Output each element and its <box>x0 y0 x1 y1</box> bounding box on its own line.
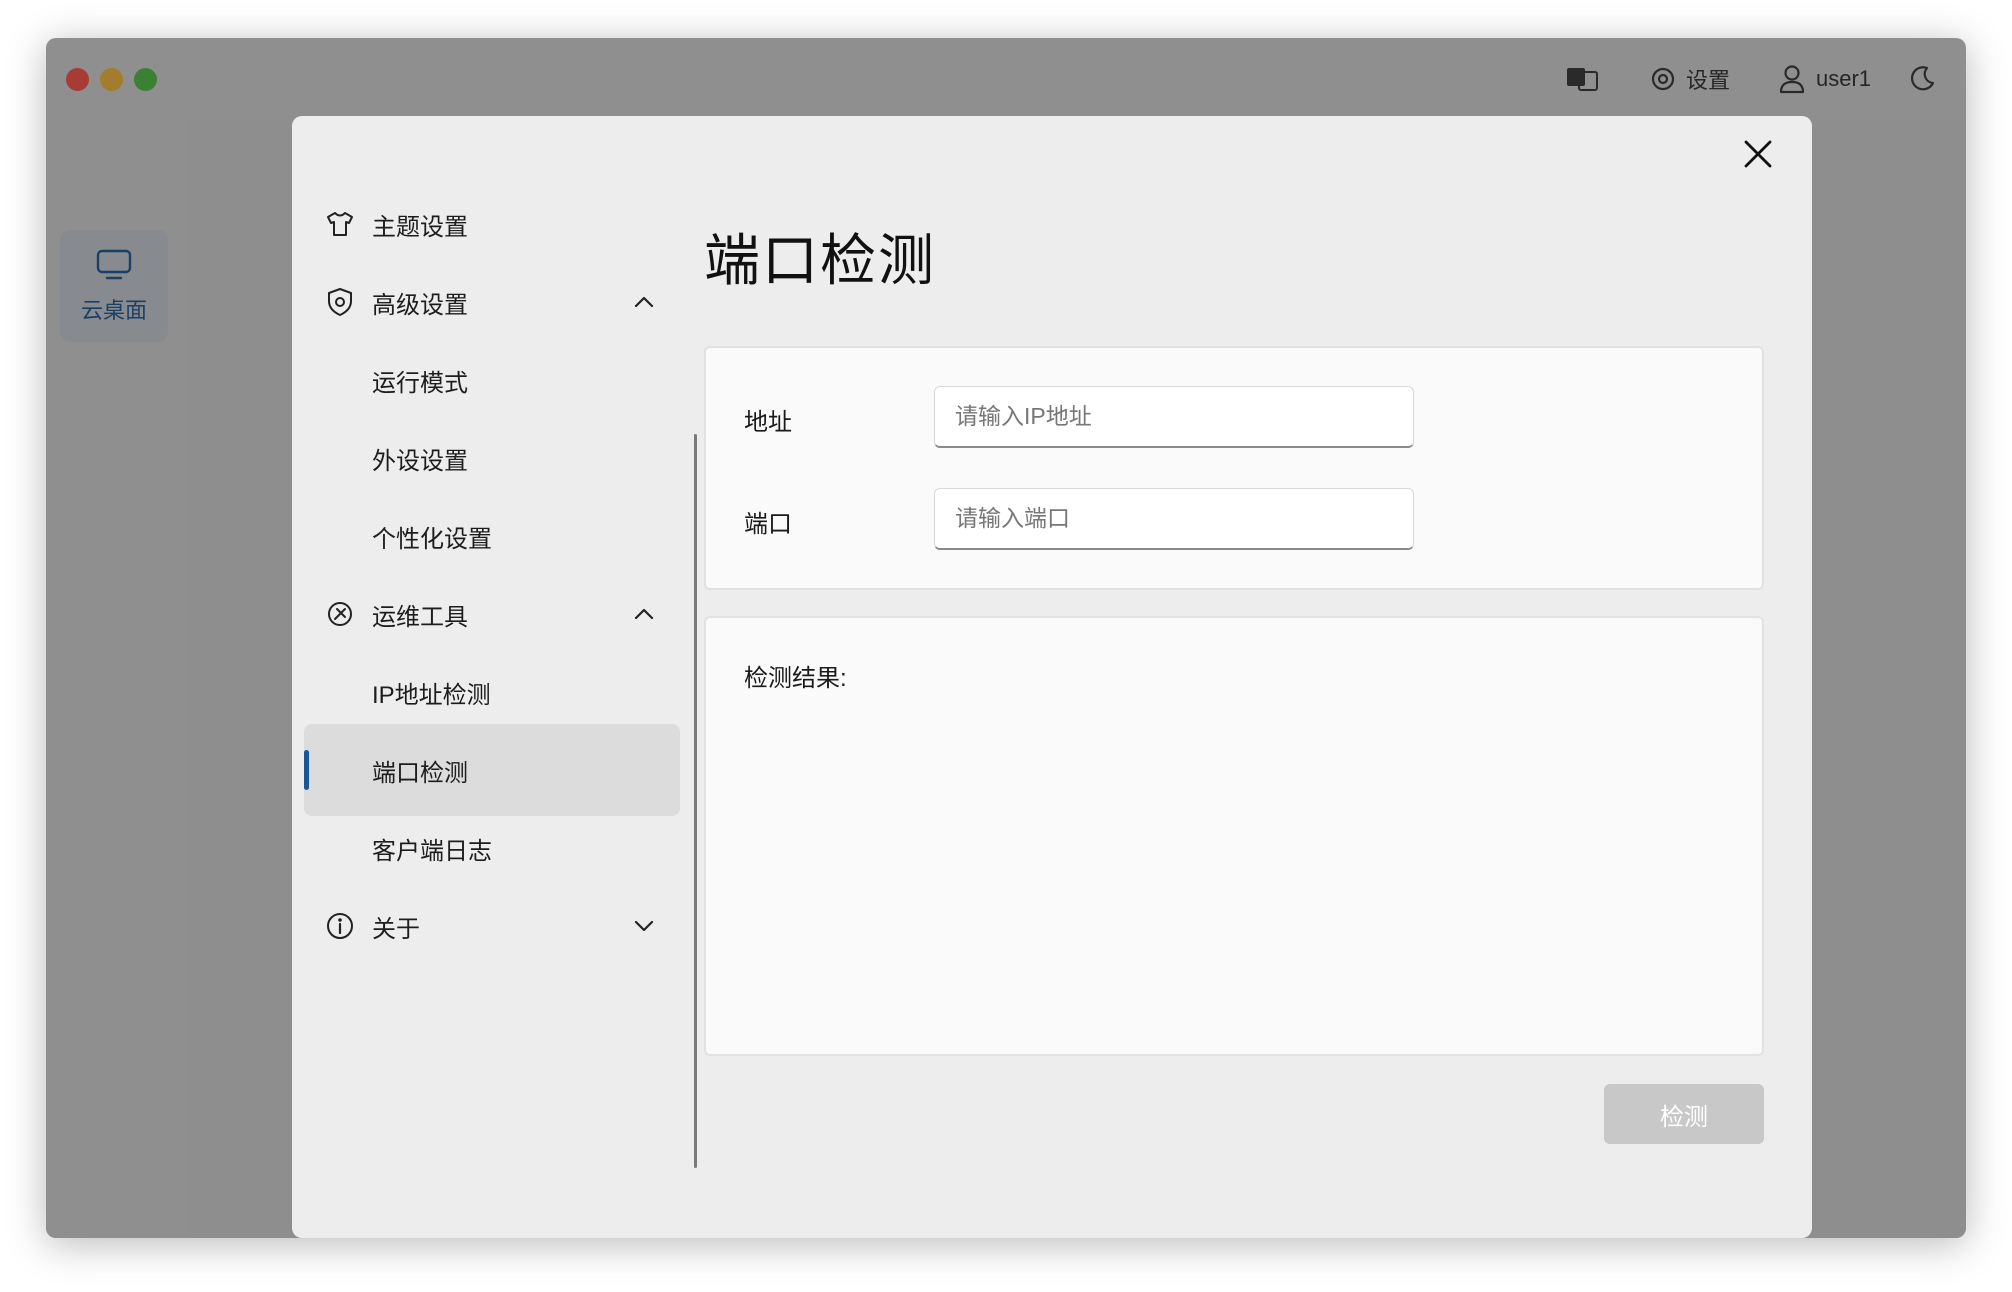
app-window: 设置 user1 云桌面 主题设置 高级设置 运行模式 外设设置 个性化设置 运… <box>46 38 1966 1238</box>
address-label: 地址 <box>744 409 792 436</box>
translate-button[interactable] <box>1565 58 1599 100</box>
nav-item-label: 运维工具 <box>372 603 468 631</box>
check-button[interactable]: 检测 <box>1604 1084 1764 1144</box>
nav-item-label: 运行模式 <box>372 369 468 397</box>
moon-icon <box>1908 65 1936 93</box>
nav-item-label: 主题设置 <box>372 213 468 241</box>
detection-form-card: 地址 端口 <box>704 346 1764 590</box>
page-title: 端口检测 <box>704 229 936 292</box>
shirt-icon <box>324 208 356 240</box>
nav-item-label: 客户端日志 <box>372 837 492 865</box>
settings-label: 设置 <box>1686 68 1731 93</box>
settings-nav: 主题设置 高级设置 运行模式 外设设置 个性化设置 运维工具 IP地址检测 端口… <box>304 116 697 1238</box>
settings-button[interactable]: 设置 <box>1640 58 1730 100</box>
gear-icon <box>1648 64 1678 94</box>
rail-item-cloud-desktop[interactable]: 云桌面 <box>60 230 168 342</box>
nav-item-label: IP地址检测 <box>372 681 491 709</box>
detection-result-card: 检测结果: <box>704 616 1764 1056</box>
user-icon <box>1778 64 1806 94</box>
close-icon <box>1742 138 1774 175</box>
rail-item-label: 云桌面 <box>80 297 147 323</box>
left-rail: 云桌面 <box>46 120 186 1238</box>
monitor-icon <box>95 248 133 287</box>
translate-icon <box>1565 64 1599 94</box>
chevron-up-icon <box>630 600 658 628</box>
close-window-button[interactable] <box>66 68 89 91</box>
nav-item-label: 外设设置 <box>372 447 468 475</box>
nav-item-label: 端口检测 <box>372 759 468 787</box>
info-icon <box>324 910 356 942</box>
chevron-down-icon <box>630 912 658 940</box>
minimize-window-button[interactable] <box>100 68 123 91</box>
nav-item-label: 关于 <box>372 915 420 943</box>
close-dialog-button[interactable] <box>1734 132 1782 180</box>
port-label: 端口 <box>744 511 792 538</box>
chevron-up-icon <box>630 288 658 316</box>
nav-scrollbar[interactable] <box>694 434 697 1168</box>
theme-toggle-button[interactable] <box>1908 58 1936 100</box>
user-menu[interactable]: user1 <box>1768 58 1871 100</box>
result-label: 检测结果: <box>744 665 847 692</box>
shield-gear-icon <box>324 286 356 318</box>
maximize-window-button[interactable] <box>134 68 157 91</box>
settings-dialog: 主题设置 高级设置 运行模式 外设设置 个性化设置 运维工具 IP地址检测 端口… <box>292 116 1812 1238</box>
port-input[interactable] <box>934 488 1414 550</box>
address-input[interactable] <box>934 386 1414 448</box>
nav-item-about[interactable]: 关于 <box>304 880 680 972</box>
nav-item-label: 高级设置 <box>372 291 468 319</box>
nav-item-label: 个性化设置 <box>372 525 492 553</box>
title-bar: 设置 user1 <box>46 38 1966 120</box>
tools-icon <box>324 598 356 630</box>
user-name: user1 <box>1816 66 1872 91</box>
